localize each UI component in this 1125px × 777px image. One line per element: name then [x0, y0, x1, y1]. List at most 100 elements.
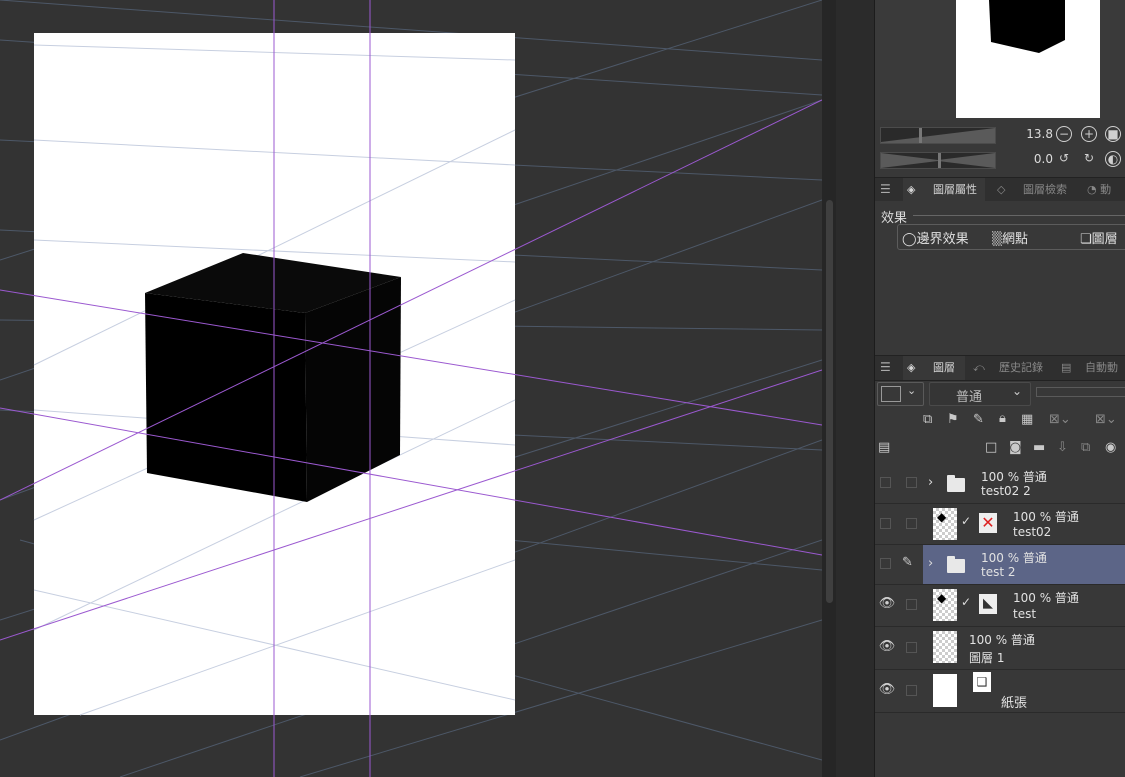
merge-layer-icon[interactable]: ⧉: [1081, 440, 1090, 455]
history-icon: ⤺: [973, 361, 985, 374]
chevron-right-icon[interactable]: ›: [928, 556, 933, 571]
layer-stack-icon: ◈: [907, 361, 916, 374]
layer-select-checkbox[interactable]: [906, 518, 917, 529]
drawing-canvas-area[interactable]: [0, 0, 822, 777]
tab-layer[interactable]: ◈ 圖層: [903, 356, 965, 380]
chevron-down-icon: ⌄: [907, 384, 917, 397]
tone-dots-icon: ▒: [992, 232, 1002, 247]
blend-mode-select[interactable]: 普通 ⌄: [929, 382, 1031, 406]
layer-color-swatch-dropdown[interactable]: ⌄: [877, 382, 924, 406]
chevron-right-icon[interactable]: ›: [928, 475, 933, 490]
zoom-value: 13.8: [1026, 127, 1053, 141]
auto-action-icon: ▤: [1061, 361, 1072, 374]
layer-row-content: ◆ ✓ ◣ 100 % 普通 test: [923, 585, 1125, 626]
layer-row-content: ❑ 紙張: [923, 670, 1125, 712]
visibility-toggle[interactable]: [880, 477, 891, 488]
rotate-slider-knob[interactable]: [938, 153, 941, 168]
tab-layer-property[interactable]: ◈ 圖層屬性: [903, 178, 985, 202]
layer-property-icon: ◈: [907, 183, 916, 196]
clip-lower-layer-icon[interactable]: ⧉: [923, 412, 932, 427]
eye-icon[interactable]: 👁︎: [878, 596, 896, 611]
fit-view-icon[interactable]: ■: [1105, 126, 1121, 142]
new-folder-icon[interactable]: ▬: [1033, 440, 1045, 455]
tab-history[interactable]: ⤺ 歷史記錄: [973, 356, 1053, 380]
layer-name: test 2: [981, 565, 1016, 579]
eye-icon[interactable]: 👁︎: [878, 682, 896, 697]
right-panel: 13.8 − + ■ 0.0 ↺ ↻ ◐ ☰ ◈ 圖層屬性 ◇ 圖層檢索 ◔ 動…: [875, 0, 1125, 777]
folder-icon: [947, 475, 965, 492]
opacity-slider[interactable]: [1036, 387, 1125, 397]
border-effect-label: 邊界效果: [916, 232, 969, 247]
layer-color-icon: ❏: [1080, 232, 1092, 247]
visibility-toggle[interactable]: [880, 518, 891, 529]
create-mask-icon[interactable]: ◉: [1105, 440, 1116, 455]
tab-auto-action[interactable]: ▤ 自動動: [1061, 356, 1125, 380]
layer-color-button[interactable]: ❏圖層: [1080, 228, 1118, 247]
rotate-slider[interactable]: [880, 152, 996, 169]
checkmark-icon: ✓: [961, 595, 972, 609]
new-raster-layer-icon[interactable]: □: [985, 440, 997, 455]
chevron-down-icon: ⌄: [1012, 384, 1023, 398]
layer-color-label: 圖層: [1091, 232, 1118, 247]
checkmark-icon: ✓: [961, 514, 972, 528]
cube-3d-model[interactable]: [145, 253, 401, 502]
layer-select-checkbox[interactable]: [906, 685, 917, 696]
layer-row[interactable]: 👁︎ ◆ ✓ ◣ 100 % 普通 test: [875, 585, 1125, 627]
panel-menu-icon[interactable]: ☰: [880, 182, 891, 196]
layer-blend-mode: 100 % 普通: [969, 633, 1035, 647]
3d-layer-icon: ◆: [937, 591, 947, 605]
tab-layer-search[interactable]: ◇ 圖層檢索: [997, 178, 1087, 202]
layer-list-icon[interactable]: ▤: [878, 440, 890, 455]
mask-icon: ◣: [979, 594, 997, 614]
layer-select-checkbox[interactable]: [906, 642, 917, 653]
zoom-slider[interactable]: [880, 127, 996, 144]
canvas-vertical-scrollbar[interactable]: [822, 0, 836, 777]
tab-history-label: 歷史記錄: [999, 361, 1043, 374]
tab-more[interactable]: ◔ 動: [1085, 178, 1125, 202]
ruler-display-icon[interactable]: ⊠⌄: [1095, 412, 1117, 427]
eye-icon[interactable]: 👁︎: [878, 639, 896, 654]
scrollbar-thumb[interactable]: [826, 200, 833, 603]
draft-layer-icon[interactable]: ✎: [973, 412, 984, 427]
layer-name: test02: [1013, 525, 1052, 539]
transfer-layer-icon[interactable]: ⇩: [1057, 440, 1068, 455]
tone-label: 網點: [1002, 232, 1029, 247]
reference-layer-icon[interactable]: ⚑: [947, 412, 959, 427]
layer-panel-menu-icon[interactable]: ☰: [880, 360, 891, 374]
blend-mode-value: 普通: [956, 390, 983, 405]
layer-action-toolbar: ▤ □ ◙ ▬ ⇩ ⧉ ◉: [875, 436, 1125, 462]
reset-rotate-icon[interactable]: ◐: [1105, 151, 1121, 167]
layer-name: 紙張: [1001, 696, 1028, 711]
mask-enable-icon[interactable]: ⊠⌄: [1049, 412, 1071, 427]
border-effect-button[interactable]: ◯邊界效果: [902, 228, 969, 247]
zoom-in-icon[interactable]: +: [1081, 126, 1097, 142]
layer-row[interactable]: 👁︎ 100 % 普通 圖層 1: [875, 627, 1125, 670]
layer-row-content: › 100 % 普通 test02 2: [923, 464, 1125, 503]
lock-transparency-icon[interactable]: ▦: [1021, 412, 1033, 427]
tab-more-icon: ◔ 動: [1087, 183, 1112, 196]
zoom-out-icon[interactable]: −: [1056, 126, 1072, 142]
layer-select-checkbox[interactable]: [906, 599, 917, 610]
visibility-toggle[interactable]: [880, 558, 891, 569]
lock-icon[interactable]: 🔒︎: [999, 411, 1006, 426]
layer-row[interactable]: › 100 % 普通 test02 2: [875, 464, 1125, 504]
navigator-preview[interactable]: [956, 0, 1100, 118]
layer-select-checkbox[interactable]: [906, 477, 917, 488]
layer-blend-mode: 100 % 普通: [981, 470, 1047, 484]
tab-layer-property-label: 圖層屬性: [933, 183, 977, 196]
color-swatch: [881, 386, 901, 402]
canvas-view[interactable]: [0, 0, 822, 777]
layer-row-selected[interactable]: ✎ › 100 % 普通 test 2: [875, 545, 1125, 585]
rotate-left-icon[interactable]: ↺: [1056, 151, 1072, 167]
tone-button[interactable]: ▒網點: [992, 228, 1028, 247]
folder-icon: [947, 556, 965, 573]
paper-layer-icon: ❑: [973, 672, 991, 692]
layer-row-paper[interactable]: 👁︎ ❑ 紙張: [875, 670, 1125, 713]
rotate-slider-row: 0.0 ↺ ↻ ◐: [875, 149, 1125, 171]
layer-row[interactable]: ◆ ✓ ✕ 100 % 普通 test02: [875, 504, 1125, 545]
layer-effects-section: 效果 ◯邊界效果 ▒網點 ❏圖層: [875, 201, 1125, 351]
zoom-slider-knob[interactable]: [919, 128, 922, 143]
rotate-right-icon[interactable]: ↻: [1081, 151, 1097, 167]
layer-blend-mode: 100 % 普通: [1013, 510, 1079, 524]
new-vector-layer-icon[interactable]: ◙: [1009, 440, 1022, 455]
